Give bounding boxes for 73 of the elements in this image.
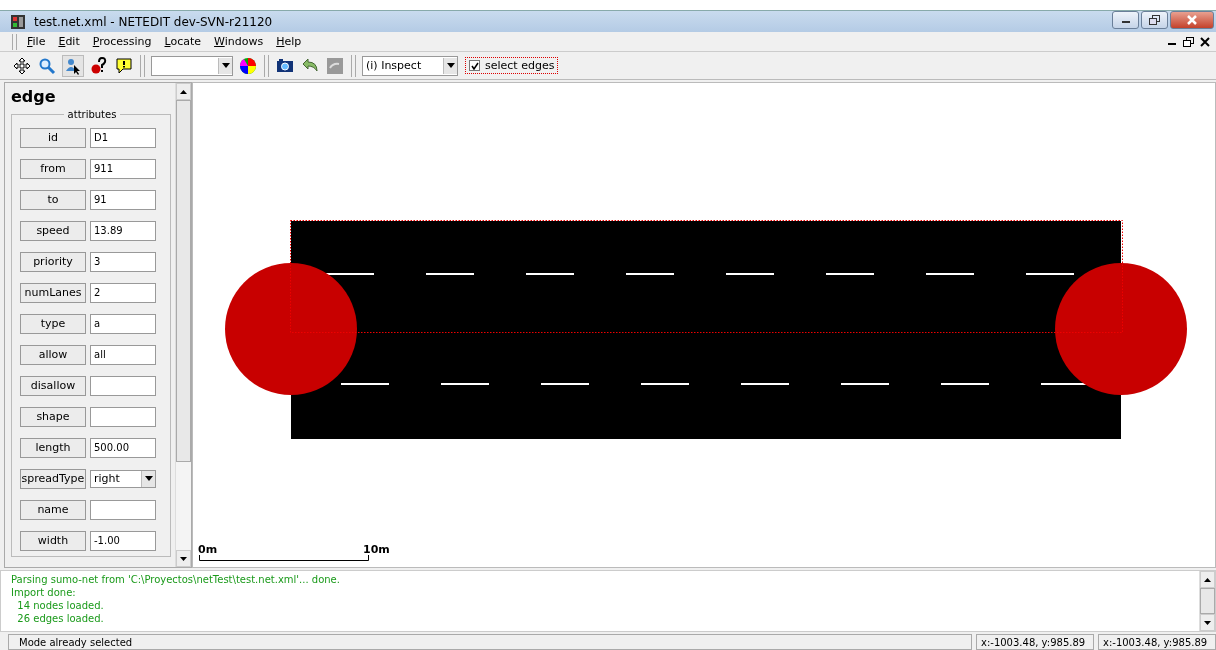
mode-dropdown[interactable]: (i) Inspect (362, 55, 458, 76)
menu-item[interactable]: Edit (58, 35, 80, 49)
person-cursor-icon[interactable] (62, 54, 84, 77)
menu-item[interactable]: Windows (214, 35, 264, 49)
status-message: Mode already selected (8, 634, 972, 650)
log-line: 26 edges loaded. (16, 612, 105, 625)
attribute-field[interactable]: -1.00 (90, 530, 156, 551)
maximize-button[interactable] (1141, 11, 1168, 29)
menu-item[interactable]: Processing (92, 35, 152, 49)
attribute-field[interactable]: a (90, 313, 156, 334)
select-edges-checkbox[interactable]: select edges (465, 57, 559, 75)
attribute-button[interactable]: numLanes (20, 282, 86, 303)
minimize-button[interactable] (1112, 11, 1139, 29)
menu-item[interactable]: Locate (164, 35, 202, 49)
group-label: attributes (66, 109, 118, 120)
down-arrow-icon[interactable] (180, 556, 187, 561)
restore-icon[interactable] (1183, 36, 1194, 47)
menu-item[interactable]: File (27, 35, 46, 49)
log-line: Parsing sumo-net from 'C:\Proyectos\netTest\test.net.xml'... done. (11, 573, 341, 586)
scrollbar[interactable] (175, 83, 191, 567)
attribute-button[interactable]: disallow (20, 375, 86, 396)
attribute-button[interactable]: shape (20, 406, 86, 427)
log-line: Import done: (11, 586, 77, 599)
attribute-field[interactable]: 911 (90, 158, 156, 179)
attribute-button[interactable]: allow (20, 344, 86, 365)
attribute-button[interactable]: name (20, 499, 86, 520)
attribute-field[interactable]: all (90, 344, 156, 365)
scrollbar[interactable] (1199, 571, 1215, 631)
restore-icon (1148, 15, 1161, 25)
close-icon[interactable] (1200, 36, 1210, 47)
attribute-button[interactable]: type (20, 313, 86, 334)
checkmark-icon (470, 61, 479, 70)
attribute-button[interactable]: to (20, 189, 86, 210)
attribute-button[interactable]: width (20, 530, 86, 551)
attribute-field[interactable]: 3 (90, 251, 156, 272)
attribute-field[interactable]: 500.00 (90, 437, 156, 458)
scale-label: 10m (363, 543, 390, 556)
coordinates: x:-1003.48, y:985.89 (1098, 634, 1216, 650)
attribute-button[interactable]: id (20, 127, 86, 148)
panel-title: edge (11, 87, 57, 106)
attribute-field[interactable]: 91 (90, 189, 156, 210)
attribute-field[interactable]: D1 (90, 127, 156, 148)
close-icon (1186, 15, 1198, 25)
up-arrow-icon[interactable] (1204, 577, 1211, 582)
color-wheel-icon[interactable] (238, 55, 258, 76)
attribute-field[interactable] (90, 375, 156, 396)
caret-icon (144, 476, 153, 481)
attribute-field[interactable] (90, 406, 156, 427)
log-line: 14 nodes loaded. (16, 599, 105, 612)
attribute-dropdown[interactable]: right (90, 469, 156, 488)
coordinates: x:-1003.48, y:985.89 (976, 634, 1094, 650)
attribute-field[interactable] (90, 499, 156, 520)
window-title: test.net.xml - NETEDIT dev-SVN-r21120 (34, 14, 273, 29)
attribute-field[interactable]: 13.89 (90, 220, 156, 241)
attribute-button[interactable]: length (20, 437, 86, 458)
attribute-button[interactable]: spreadType (20, 468, 86, 489)
move-icon[interactable] (12, 55, 32, 76)
attribute-button[interactable]: from (20, 158, 86, 179)
up-arrow-icon[interactable] (180, 89, 187, 94)
caret-icon (446, 63, 455, 69)
app-icon (10, 13, 26, 30)
down-arrow-icon[interactable] (1204, 620, 1211, 625)
speech-bubble-icon[interactable] (114, 55, 134, 76)
scale-label: 0m (198, 543, 218, 556)
attribute-button[interactable]: speed (20, 220, 86, 241)
question-icon[interactable] (89, 55, 109, 76)
attribute-field[interactable]: 2 (90, 282, 156, 303)
close-button[interactable] (1170, 11, 1214, 29)
checkbox[interactable] (469, 60, 480, 72)
dropdown[interactable] (151, 55, 233, 76)
menu-item[interactable]: Help (276, 35, 302, 49)
attribute-button[interactable]: priority (20, 251, 86, 272)
caret-icon (221, 63, 230, 69)
